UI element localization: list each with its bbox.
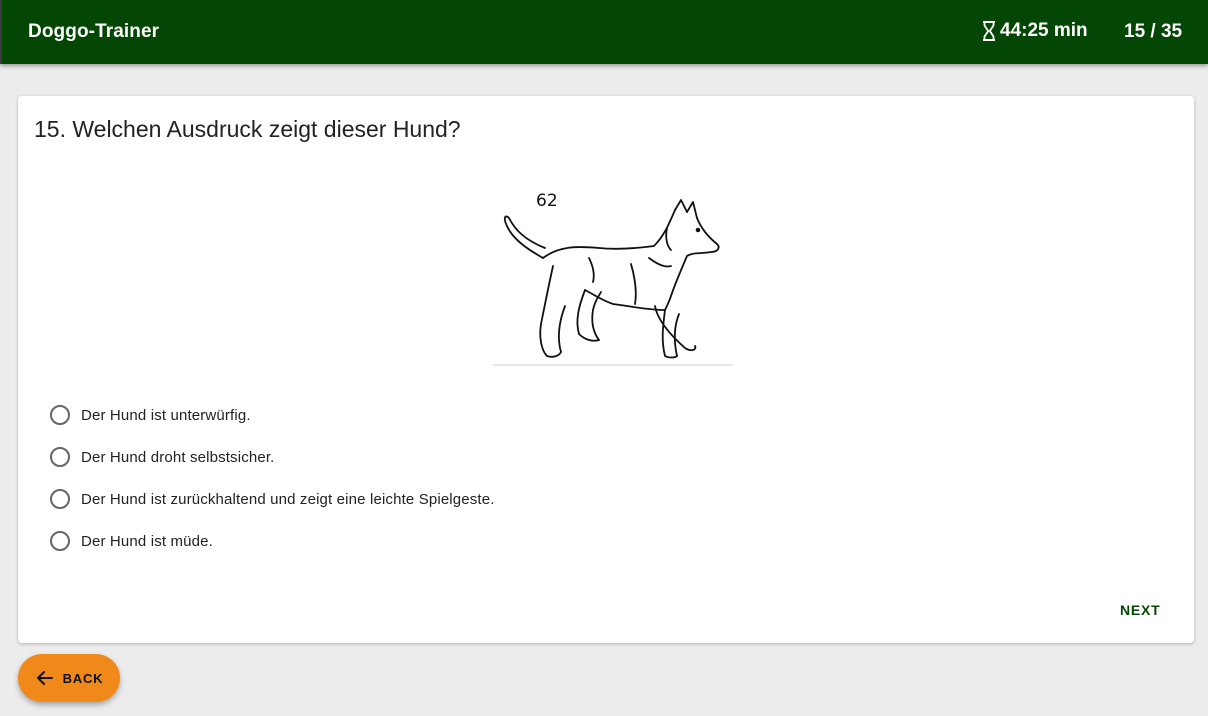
dog-drawing	[493, 199, 733, 366]
answer-option-label: Der Hund droht selbstsicher.	[81, 448, 275, 466]
figure-number: 62	[536, 191, 558, 211]
back-button-label: BACK	[62, 670, 104, 686]
radio-button[interactable]	[50, 405, 70, 425]
answer-option-label: Der Hund ist zurückhaltend und zeigt ein…	[81, 490, 495, 508]
radio-button[interactable]	[50, 489, 70, 509]
app-bar: Doggo-Trainer 44:25 min 15 / 35	[0, 0, 1208, 64]
dog-illustration: 62	[489, 188, 733, 366]
radio-button[interactable]	[50, 531, 70, 551]
next-button[interactable]: NEXT	[1120, 602, 1161, 618]
answer-options: Der Hund ist unterwürfig. Der Hund droht…	[50, 394, 495, 562]
answer-option[interactable]: Der Hund ist zurückhaltend und zeigt ein…	[50, 478, 495, 520]
radio-button[interactable]	[50, 447, 70, 467]
hourglass-icon	[983, 21, 995, 41]
question-card: 15. Welchen Ausdruck zeigt dieser Hund? …	[18, 96, 1194, 643]
answer-option[interactable]: Der Hund ist müde.	[50, 520, 495, 562]
question-progress: 15 / 35	[1124, 21, 1183, 42]
answer-option-label: Der Hund ist müde.	[81, 532, 213, 550]
answer-option[interactable]: Der Hund ist unterwürfig.	[50, 394, 495, 436]
answer-option[interactable]: Der Hund droht selbstsicher.	[50, 436, 495, 478]
timer-text: 44:25 min	[1000, 20, 1088, 41]
question-title: 15. Welchen Ausdruck zeigt dieser Hund?	[34, 116, 461, 142]
timer: 44:25 min	[982, 20, 1088, 42]
back-button[interactable]: BACK	[18, 654, 120, 702]
arrow-left-icon	[36, 671, 53, 685]
app-title: Doggo-Trainer	[28, 21, 160, 42]
answer-option-label: Der Hund ist unterwürfig.	[81, 406, 251, 424]
